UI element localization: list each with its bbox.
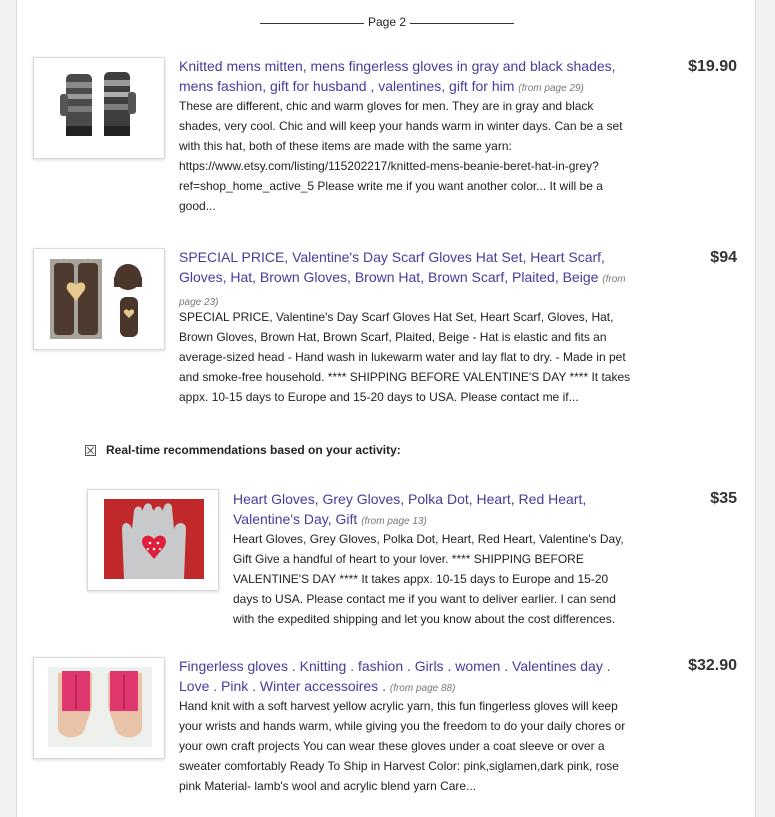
page-separator: Page 2	[17, 15, 757, 29]
results-page: Page 2 Knitted mens mitten, mens fingerl…	[16, 0, 756, 817]
product-title-link[interactable]: Fingerless gloves . Knitting . fashion .…	[179, 656, 629, 699]
product-price: $94	[710, 249, 737, 266]
product-title-link[interactable]: Knitted mens mitten, mens fingerless glo…	[179, 56, 629, 99]
product-thumbnail[interactable]	[33, 657, 165, 759]
product-title-link[interactable]: SPECIAL PRICE, Valentine's Day Scarf Glo…	[179, 247, 631, 313]
product-thumbnail[interactable]	[33, 57, 165, 159]
close-x-icon[interactable]	[85, 445, 96, 456]
recommendations-header: Real-time recommendations based on your …	[85, 443, 401, 457]
recommendations-heading: Real-time recommendations based on your …	[106, 443, 401, 457]
product-price: $19.90	[688, 58, 737, 75]
product-title-link[interactable]: Heart Gloves, Grey Gloves, Polka Dot, He…	[233, 489, 633, 532]
product-thumbnail[interactable]	[33, 248, 165, 350]
product-description: These are different, chic and warm glove…	[179, 99, 623, 213]
product-description: Heart Gloves, Grey Gloves, Polka Dot, He…	[233, 532, 624, 626]
product-description: SPECIAL PRICE, Valentine's Day Scarf Glo…	[179, 310, 631, 404]
product-image	[48, 257, 152, 341]
from-page-label: (from page 88)	[389, 683, 456, 694]
product-price: $32.90	[688, 657, 737, 674]
product-image	[42, 66, 156, 150]
product-image	[104, 499, 204, 579]
product-image	[48, 667, 152, 747]
page-separator-label: Page 2	[367, 15, 407, 29]
product-thumbnail[interactable]	[87, 489, 219, 591]
from-page-label: (from page 29)	[518, 83, 584, 94]
product-description: Hand knit with a soft harvest yellow acr…	[179, 699, 626, 793]
product-price: $35	[710, 490, 737, 507]
from-page-label: (from page 13)	[361, 516, 427, 527]
